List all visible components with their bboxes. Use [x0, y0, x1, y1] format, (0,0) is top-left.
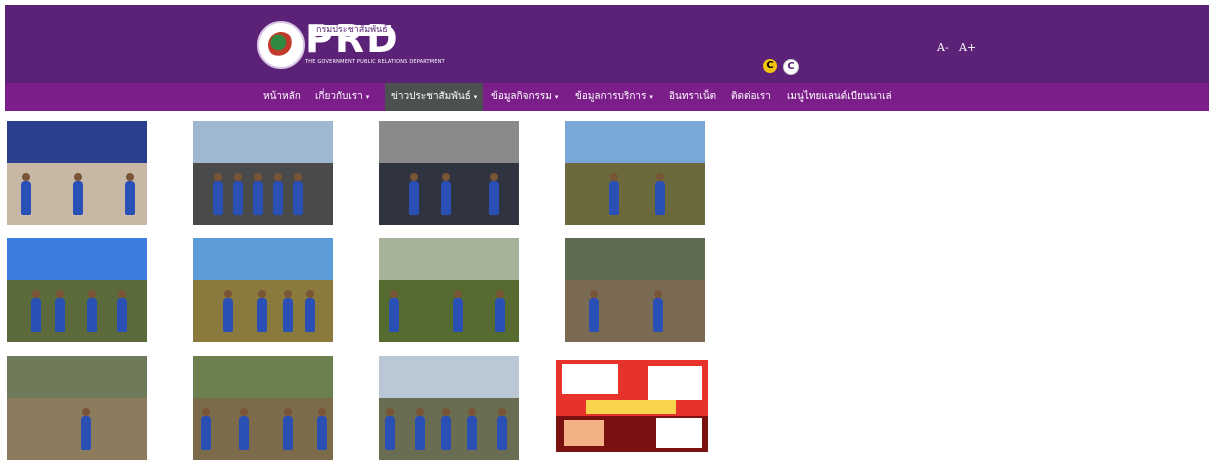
chevron-down-icon: ▾ [473, 93, 478, 101]
prd-emblem-icon [257, 21, 305, 69]
chevron-down-icon: ▾ [554, 93, 559, 101]
gallery-thumb-9[interactable] [7, 356, 147, 460]
main-navbar: หน้าหลัก เกี่ยวกับเรา ▾ ข่าวประชาสัมพันธ์… [5, 83, 1209, 111]
nav-item-contact[interactable]: ติดต่อเรา [725, 83, 777, 111]
nav-item-about[interactable]: เกี่ยวกับเรา ▾ [309, 83, 375, 111]
nav-item-news[interactable]: ข่าวประชาสัมพันธ์ ▾ [385, 83, 484, 111]
nav-item-home[interactable]: หน้าหลัก [257, 83, 307, 111]
gallery-thumb-12[interactable] [556, 360, 708, 452]
font-decrease-button[interactable]: A- [937, 41, 949, 54]
nav-item-intranet[interactable]: อินทราเน็ต [663, 83, 722, 111]
nav-item-services[interactable]: ข้อมูลการบริการ ▾ [569, 83, 659, 111]
gallery-thumb-6[interactable] [193, 238, 333, 342]
font-increase-button[interactable]: A+ [959, 41, 976, 54]
contrast-yellow-icon[interactable]: C [763, 59, 777, 73]
gallery-thumb-11[interactable] [379, 356, 519, 460]
header-faint-link [767, 23, 907, 33]
logo-thai-text: กรมประชาสัมพันธ์ [313, 25, 391, 36]
gallery-thumb-1[interactable] [7, 121, 147, 225]
nav-item-activities[interactable]: ข้อมูลกิจกรรม ▾ [485, 83, 564, 111]
site-header: PRD กรมประชาสัมพันธ์ THE GOVERNMENT PUBL… [5, 5, 1209, 83]
gallery-thumb-3[interactable] [379, 121, 519, 225]
logo-subtitle: THE GOVERNMENT PUBLIC RELATIONS DEPARTME… [305, 59, 445, 65]
chevron-down-icon: ▾ [365, 93, 370, 101]
gallery-thumb-7[interactable] [379, 238, 519, 342]
prd-logo[interactable]: PRD กรมประชาสัมพันธ์ THE GOVERNMENT PUBL… [257, 19, 445, 69]
gallery-thumb-5[interactable] [7, 238, 147, 342]
nav-item-biennale[interactable]: เมนูไทยแลนด์เบียนนาเล่ [781, 83, 898, 111]
chevron-down-icon: ▾ [649, 93, 653, 101]
gallery-thumb-8[interactable] [565, 238, 705, 342]
gallery-thumb-2[interactable] [193, 121, 333, 225]
gallery-thumb-4[interactable] [565, 121, 705, 225]
gallery-thumb-10[interactable] [193, 356, 333, 460]
contrast-white-icon[interactable]: C [783, 59, 799, 75]
